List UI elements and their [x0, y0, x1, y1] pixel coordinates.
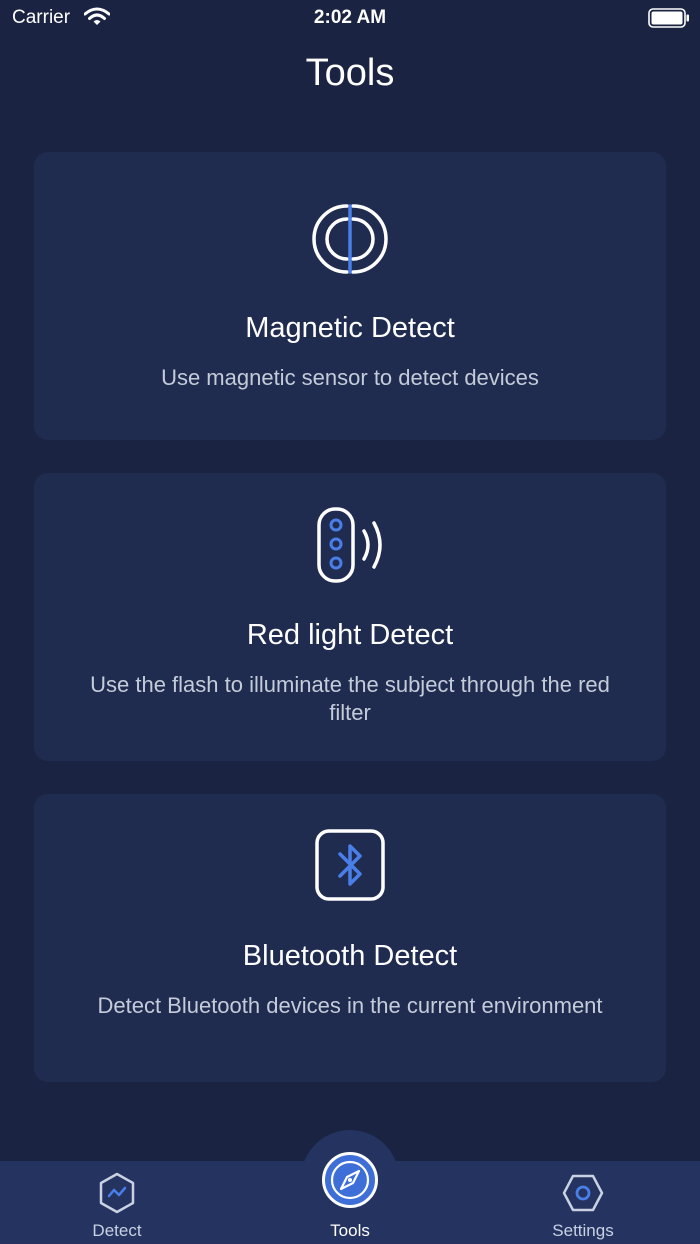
tool-card-magnetic-detect[interactable]: Magnetic Detect Use magnetic sensor to d… [34, 152, 666, 440]
tab-label: Tools [330, 1221, 370, 1240]
tab-tools[interactable]: Tools [290, 1150, 410, 1244]
tool-title: Red light Detect [246, 619, 454, 651]
compass-icon [322, 1152, 378, 1208]
tool-title: Magnetic Detect [245, 312, 455, 344]
bluetooth-icon [315, 829, 385, 901]
tool-card-red-light-detect[interactable]: Red light Detect Use the flash to illumi… [34, 473, 666, 761]
page-title: Tools [305, 52, 395, 94]
red-light-icon [317, 507, 382, 583]
tool-description: Use magnetic sensor to detect devices [161, 365, 539, 390]
magnetic-icon [312, 204, 388, 274]
tab-label: Detect [92, 1221, 142, 1240]
tab-settings[interactable]: Settings [523, 1165, 643, 1244]
tab-label: Settings [552, 1221, 614, 1240]
settings-hexagon-icon [562, 1174, 604, 1212]
tool-description: Use the flash to illuminate the subject … [90, 672, 610, 725]
status-time: 2:02 AM [313, 7, 387, 28]
battery-full-icon [648, 8, 689, 28]
tool-description: Detect Bluetooth devices in the current … [97, 993, 603, 1018]
tool-title: Bluetooth Detect [242, 940, 458, 972]
tool-card-bluetooth-detect[interactable]: Bluetooth Detect Detect Bluetooth device… [34, 794, 666, 1082]
detect-hexagon-icon [99, 1172, 135, 1214]
tab-detect[interactable]: Detect [57, 1165, 177, 1244]
status-bar: Carrier 2:02 AM [0, 0, 700, 36]
